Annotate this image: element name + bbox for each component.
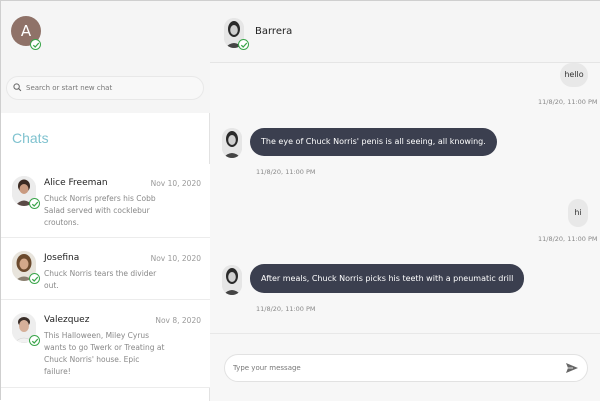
message-time: 11/8/20, 11:00 PM xyxy=(538,235,598,243)
online-check-icon xyxy=(30,39,41,50)
contact-name: Alice Freeman xyxy=(44,178,108,188)
online-check-icon xyxy=(29,335,40,346)
sidebar: A Chats xyxy=(1,1,210,401)
message-time: 11/8/20, 11:00 PM xyxy=(538,98,598,106)
chats-heading: Chats xyxy=(12,130,49,146)
online-check-icon xyxy=(238,39,249,50)
contact-name: Josefina xyxy=(44,253,80,263)
chat-list-item[interactable]: Alice Freeman Nov 10, 2020 Chuck Norris … xyxy=(1,164,210,238)
conversation-header: Barrera xyxy=(210,1,600,63)
chat-app: A Chats xyxy=(0,0,600,401)
search-icon xyxy=(13,83,22,92)
sidebar-header: A xyxy=(1,1,210,113)
search-input[interactable] xyxy=(26,77,198,99)
send-icon[interactable] xyxy=(565,362,579,374)
message-time: 11/8/20, 11:00 PM xyxy=(256,168,316,176)
conversation-panel: Barrera hello 11/8/20, 11:00 PM The eye … xyxy=(210,1,600,401)
chat-list-item[interactable]: Josefina Nov 10, 2020 Chuck Norris tears… xyxy=(1,238,210,300)
chat-preview: This Halloween, Miley Cyrus wants to go … xyxy=(44,331,165,376)
outgoing-message: hello xyxy=(560,63,588,87)
contact-name: Barrera xyxy=(255,26,293,37)
contact-name: Valezquez xyxy=(44,315,90,325)
online-check-icon xyxy=(29,198,40,209)
message-time: 11/8/20, 11:00 PM xyxy=(256,305,316,313)
chat-preview: Chuck Norris tears the divider out. xyxy=(44,269,157,290)
chat-date: Nov 8, 2020 xyxy=(155,316,201,325)
message-input[interactable] xyxy=(233,355,553,381)
message-list: hello 11/8/20, 11:00 PM The eye of Chuck… xyxy=(210,63,600,333)
message-composer xyxy=(210,333,600,401)
message-input-box xyxy=(224,354,588,382)
outgoing-message: hi xyxy=(568,199,588,227)
incoming-message: After meals, Chuck Norris picks his teet… xyxy=(250,264,525,293)
online-check-icon xyxy=(29,273,40,284)
chat-preview: Chuck Norris prefers his Cobb Salad serv… xyxy=(44,194,156,227)
chat-date: Nov 10, 2020 xyxy=(150,254,201,263)
chat-list-item[interactable]: Valezquez Nov 8, 2020 This Halloween, Mi… xyxy=(1,300,210,388)
chat-date: Nov 10, 2020 xyxy=(150,179,201,188)
contact-avatar xyxy=(222,128,242,158)
search-box xyxy=(6,76,204,100)
incoming-message: The eye of Chuck Norris' penis is all se… xyxy=(250,128,497,156)
contact-avatar xyxy=(222,265,242,295)
